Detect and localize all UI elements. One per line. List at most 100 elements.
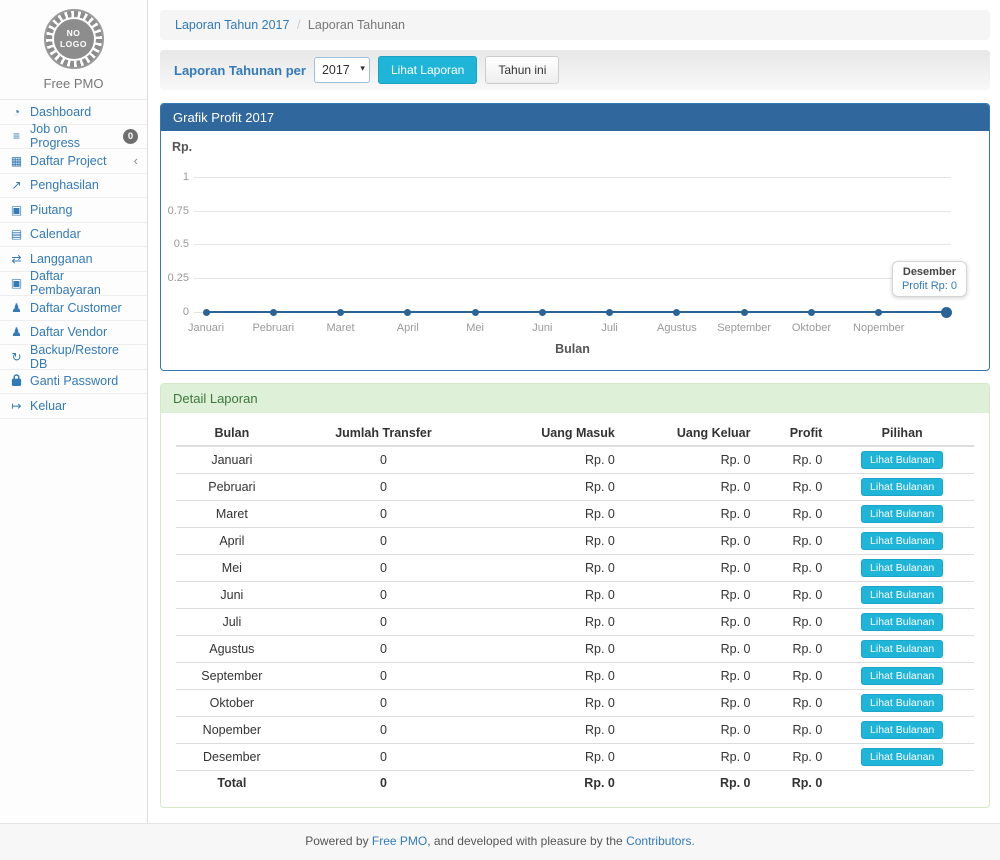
sidebar-item-daftar-pembayaran[interactable]: ▣Daftar Pembayaran — [0, 272, 147, 297]
main-content: Laporan Tahun 2017 / Laporan Tahunan Lap… — [148, 0, 1000, 823]
lihat-bulanan-button[interactable]: Lihat Bulanan — [861, 451, 943, 469]
cell-bulan: Desember — [176, 744, 288, 771]
cell-uang-keluar: Rp. 0 — [623, 663, 759, 690]
lihat-bulanan-button[interactable]: Lihat Bulanan — [861, 613, 943, 631]
cell-jumlah-transfer: 0 — [288, 446, 480, 474]
this-year-button[interactable]: Tahun ini — [485, 56, 559, 84]
lihat-bulanan-button[interactable]: Lihat Bulanan — [861, 478, 943, 496]
cell-pilihan: Lihat Bulanan — [830, 663, 974, 690]
cell-uang-masuk: Rp. 0 — [479, 717, 623, 744]
cell-jumlah-transfer: 0 — [288, 474, 480, 501]
table-row-pebruari: Pebruari0Rp. 0Rp. 0Rp. 0Lihat Bulanan — [176, 474, 974, 501]
chart-y-tick: 0.5 — [161, 238, 189, 250]
footer-link-freepmo[interactable]: Free PMO — [372, 834, 427, 848]
chart-point-nopember[interactable] — [875, 309, 882, 316]
sidebar-item-dashboard[interactable]: ◔Dashboard — [0, 100, 147, 125]
breadcrumb-link[interactable]: Laporan Tahun 2017 — [175, 18, 289, 32]
chart-gridline — [194, 211, 951, 212]
cell-profit: Rp. 0 — [759, 744, 831, 771]
line-chart-icon: ↗ — [9, 178, 24, 192]
lihat-bulanan-button[interactable]: Lihat Bulanan — [861, 505, 943, 523]
chart-y-tick: 1 — [161, 171, 189, 183]
cell-uang-keluar: Rp. 0 — [623, 744, 759, 771]
cell-jumlah-transfer: 0 — [288, 744, 480, 771]
chart-point-desember[interactable] — [941, 307, 952, 318]
lihat-bulanan-button[interactable]: Lihat Bulanan — [861, 694, 943, 712]
cell-uang-keluar: Rp. 0 — [623, 609, 759, 636]
sidebar-item-keluar[interactable]: ↦Keluar — [0, 394, 147, 419]
sidebar-item-job-on-progress[interactable]: ≡Job on Progress0 — [0, 125, 147, 150]
cell-profit: Rp. 0 — [759, 609, 831, 636]
cell-uang-masuk: Rp. 0 — [479, 609, 623, 636]
sidebar-item-daftar-vendor[interactable]: ♟Daftar Vendor — [0, 321, 147, 346]
view-report-button[interactable]: Lihat Laporan — [378, 56, 477, 84]
sidebar-item-backup-restore-db[interactable]: ↻Backup/Restore DB — [0, 345, 147, 370]
table-icon: ▦ — [9, 154, 24, 168]
sidebar: NO LOGO Free PMO ◔Dashboard≡Job on Progr… — [0, 0, 148, 823]
lihat-bulanan-button[interactable]: Lihat Bulanan — [861, 640, 943, 658]
cell-uang-keluar: Rp. 0 — [623, 582, 759, 609]
chart-point-maret[interactable] — [337, 309, 344, 316]
chart-y-tick: 0.25 — [161, 272, 189, 284]
cell-uang-keluar: Rp. 0 — [623, 690, 759, 717]
cell-profit: Rp. 0 — [759, 501, 831, 528]
detail-panel-body: BulanJumlah TransferUang MasukUang Kelua… — [161, 413, 989, 807]
sidebar-item-penghasilan[interactable]: ↗Penghasilan — [0, 174, 147, 199]
cell-pilihan: Lihat Bulanan — [830, 690, 974, 717]
lihat-bulanan-button[interactable]: Lihat Bulanan — [861, 667, 943, 685]
detail-panel-title: Detail Laporan — [161, 384, 989, 413]
cell-uang-masuk: Rp. 0 — [479, 528, 623, 555]
column-header-profit: Profit — [759, 421, 831, 446]
sidebar-item-langganan[interactable]: ⇄Langganan — [0, 247, 147, 272]
total-cell-profit: Rp. 0 — [759, 771, 831, 795]
cell-profit: Rp. 0 — [759, 582, 831, 609]
breadcrumb: Laporan Tahun 2017 / Laporan Tahunan — [160, 10, 990, 40]
table-total-row: Total0Rp. 0Rp. 0Rp. 0 — [176, 771, 974, 795]
cell-pilihan: Lihat Bulanan — [830, 609, 974, 636]
footer-link-contributors[interactable]: Contributors. — [626, 834, 695, 848]
chart-x-axis-label: Bulan — [194, 342, 951, 356]
breadcrumb-current: Laporan Tahunan — [308, 18, 405, 32]
chevron-left-icon: ‹ — [134, 154, 138, 167]
chart-point-juli[interactable] — [606, 309, 613, 316]
sidebar-item-daftar-project[interactable]: ▦Daftar Project‹ — [0, 149, 147, 174]
footer-text-middle: , and developed with pleasure by the — [427, 834, 626, 848]
sidebar-item-label: Langganan — [30, 252, 93, 266]
cell-pilihan: Lihat Bulanan — [830, 582, 974, 609]
cell-pilihan: Lihat Bulanan — [830, 528, 974, 555]
cell-jumlah-transfer: 0 — [288, 690, 480, 717]
sidebar-item-ganti-password[interactable]: Ganti Password — [0, 370, 147, 395]
app-root: NO LOGO Free PMO ◔Dashboard≡Job on Progr… — [0, 0, 1000, 823]
table-row-maret: Maret0Rp. 0Rp. 0Rp. 0Lihat Bulanan — [176, 501, 974, 528]
sidebar-item-piutang[interactable]: ▣Piutang — [0, 198, 147, 223]
chart-y-tick: 0 — [161, 306, 189, 318]
cell-jumlah-transfer: 0 — [288, 663, 480, 690]
table-row-agustus: Agustus0Rp. 0Rp. 0Rp. 0Lihat Bulanan — [176, 636, 974, 663]
sidebar-item-label: Daftar Customer — [30, 301, 122, 315]
year-select[interactable]: 2017 — [314, 57, 370, 83]
table-row-september: September0Rp. 0Rp. 0Rp. 0Lihat Bulanan — [176, 663, 974, 690]
lihat-bulanan-button[interactable]: Lihat Bulanan — [861, 721, 943, 739]
cell-jumlah-transfer: 0 — [288, 636, 480, 663]
lihat-bulanan-button[interactable]: Lihat Bulanan — [861, 559, 943, 577]
lihat-bulanan-button[interactable]: Lihat Bulanan — [861, 748, 943, 766]
cell-pilihan: Lihat Bulanan — [830, 744, 974, 771]
chart-point-pebruari[interactable] — [270, 309, 277, 316]
chart-point-oktober[interactable] — [808, 309, 815, 316]
cell-bulan: April — [176, 528, 288, 555]
sidebar-item-daftar-customer[interactable]: ♟Daftar Customer — [0, 296, 147, 321]
sidebar-item-calendar[interactable]: ▤Calendar — [0, 223, 147, 248]
chart-point-mei[interactable] — [472, 309, 479, 316]
cell-bulan: Oktober — [176, 690, 288, 717]
chart-point-agustus[interactable] — [673, 309, 680, 316]
cell-jumlah-transfer: 0 — [288, 528, 480, 555]
lihat-bulanan-button[interactable]: Lihat Bulanan — [861, 586, 943, 604]
total-cell-bulan: Total — [176, 771, 288, 795]
chart-point-januari[interactable] — [203, 309, 210, 316]
chart-point-april[interactable] — [404, 309, 411, 316]
chart-point-juni[interactable] — [539, 309, 546, 316]
cell-profit: Rp. 0 — [759, 528, 831, 555]
refresh-icon: ↻ — [9, 350, 24, 364]
chart-point-september[interactable] — [741, 309, 748, 316]
lihat-bulanan-button[interactable]: Lihat Bulanan — [861, 532, 943, 550]
